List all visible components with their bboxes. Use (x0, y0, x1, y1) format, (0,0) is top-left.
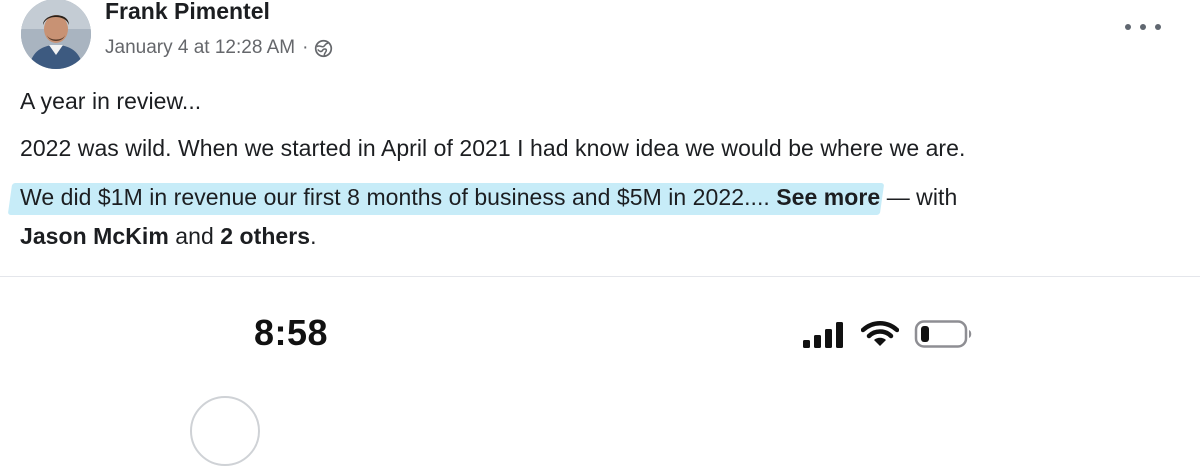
post-text-line: A year in review... (20, 88, 202, 114)
battery-icon (913, 320, 973, 353)
post-text-line: 2022 was wild. When we started in April … (20, 135, 966, 161)
ellipsis: .... (744, 184, 770, 210)
globe-icon[interactable] (314, 39, 333, 58)
see-more-link[interactable]: See more (776, 184, 880, 210)
meta-separator: · (302, 37, 309, 58)
avatar[interactable] (21, 0, 91, 69)
author-name[interactable]: Frank Pimentel (105, 0, 270, 25)
highlighted-text: We did $1M in revenue our first 8 months… (20, 184, 745, 210)
post-meta: January 4 at 12:28 AM · (105, 37, 333, 59)
tagged-others-link[interactable]: 2 others (220, 223, 310, 249)
facebook-post: Frank Pimentel January 4 at 12:28 AM · A… (0, 0, 1200, 276)
tagged-person-link[interactable]: Jason McKim (20, 223, 169, 249)
post-text-line: Jason McKim and 2 others. (20, 223, 317, 250)
more-options-icon[interactable] (1125, 14, 1161, 40)
phone-status-icons (803, 320, 973, 353)
post-text-line: We did $1M in revenue our first 8 months… (20, 184, 957, 211)
phone-clock: 8:58 (254, 312, 329, 353)
and-text: and (168, 223, 221, 249)
wifi-icon (860, 320, 900, 353)
embedded-phone-screenshot: 8:58 (0, 277, 1200, 466)
with-text: — with (880, 184, 958, 210)
end-punctuation: . (310, 223, 317, 249)
partial-circle-button (190, 396, 260, 466)
post-timestamp[interactable]: January 4 at 12:28 AM (105, 37, 295, 59)
signal-bars-icon (803, 320, 847, 353)
